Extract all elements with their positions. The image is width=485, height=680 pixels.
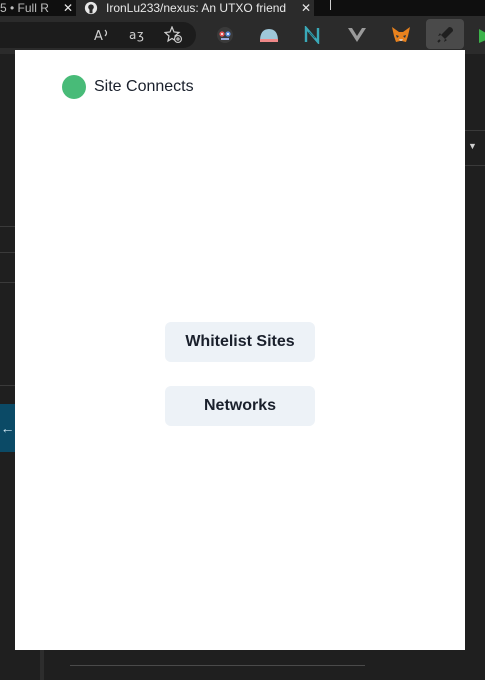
- extension-n-icon[interactable]: [298, 16, 326, 54]
- extension-rocket-icon[interactable]: [431, 16, 459, 54]
- extension-vue-icon[interactable]: [343, 16, 371, 54]
- tab-title: 5 • Full R: [0, 1, 49, 15]
- svg-text:ʒ: ʒ: [137, 28, 144, 42]
- metamask-fox-icon[interactable]: [387, 16, 415, 54]
- browser-tab-strip: 5 • Full R ✕ IronLu233/nexus: An UTXO fr…: [0, 0, 485, 16]
- close-icon[interactable]: ✕: [298, 1, 314, 15]
- chevron-down-icon[interactable]: ▼: [468, 141, 477, 151]
- close-icon[interactable]: ✕: [60, 1, 76, 15]
- browser-tab-active[interactable]: IronLu233/nexus: An UTXO friend ✕: [76, 0, 314, 16]
- extension-face-icon[interactable]: [211, 16, 239, 54]
- tab-title: IronLu233/nexus: An UTXO friend: [106, 1, 287, 15]
- read-aloud-icon[interactable]: A: [88, 16, 116, 54]
- arrow-left-icon[interactable]: ←: [0, 404, 15, 452]
- browser-tab[interactable]: 5 • Full R ✕: [0, 0, 76, 16]
- status-label: Site Connects: [94, 78, 194, 95]
- svg-text:A: A: [94, 29, 103, 43]
- svg-text:a: a: [129, 28, 136, 42]
- github-icon: [84, 1, 98, 15]
- status-indicator-dot: [62, 75, 86, 99]
- networks-button[interactable]: Networks: [165, 386, 315, 426]
- favorite-add-icon[interactable]: [160, 16, 188, 54]
- extension-green-icon[interactable]: [472, 16, 485, 54]
- tab-divider: [330, 0, 331, 10]
- extension-popup: Site Connects Whitelist Sites Networks: [15, 50, 465, 650]
- connection-status: Site Connects: [62, 75, 194, 99]
- whitelist-sites-button[interactable]: Whitelist Sites: [165, 322, 315, 362]
- translate-icon[interactable]: aʒ: [124, 16, 152, 54]
- browser-toolbar: A aʒ 115: [0, 16, 485, 64]
- extension-badge-icon[interactable]: [255, 16, 283, 54]
